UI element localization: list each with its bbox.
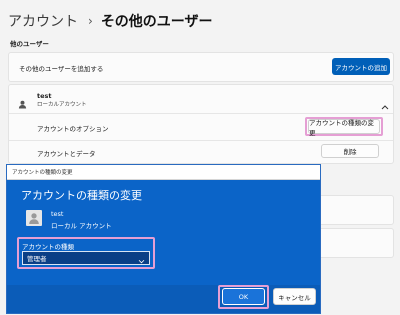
chevron-up-icon[interactable]: [381, 95, 389, 114]
user-header[interactable]: test ローカルアカウント: [9, 85, 393, 113]
remove-button[interactable]: 削除: [321, 144, 379, 158]
dialog-user-type: ローカル アカウント: [51, 222, 112, 230]
dialog-titlebar[interactable]: アカウントの種類の変更: [7, 165, 320, 180]
chevron-down-icon: [138, 249, 145, 268]
options-divider: [9, 140, 393, 141]
dialog-title: アカウントの種類の変更: [12, 170, 73, 176]
person-icon: [18, 94, 27, 113]
account-type-value: 管理者: [27, 255, 47, 263]
ok-button[interactable]: OK: [222, 288, 265, 305]
account-type-select[interactable]: 管理者: [22, 251, 150, 265]
add-user-row: その他のユーザーを追加する アカウントの追加: [8, 52, 394, 82]
dialog-footer: OK キャンセル: [7, 285, 320, 313]
dialog-user-name: test: [51, 210, 64, 218]
breadcrumb: アカウント › その他のユーザー: [8, 10, 213, 32]
page-title: その他のユーザー: [100, 14, 213, 30]
change-account-type-dialog: アカウントの種類の変更 アカウントの種類の変更 test ローカル アカウント …: [6, 164, 321, 314]
user-card: test ローカルアカウント アカウントのオプション アカウントの種類の変更 ア…: [8, 84, 394, 164]
section-title: 他のユーザー: [10, 40, 49, 48]
dialog-heading: アカウントの種類の変更: [21, 189, 142, 202]
add-user-label: その他のユーザーを追加する: [19, 65, 104, 73]
account-data-label: アカウントとデータ: [37, 150, 96, 158]
breadcrumb-parent[interactable]: アカウント: [8, 11, 78, 31]
user-divider: [9, 113, 393, 114]
account-type-label: アカウントの種類: [22, 243, 74, 251]
cancel-button[interactable]: キャンセル: [273, 288, 316, 305]
change-account-type-button[interactable]: アカウントの種類の変更: [308, 119, 380, 137]
avatar: [26, 210, 42, 226]
user-name: test: [37, 92, 52, 100]
add-account-button[interactable]: アカウントの追加: [332, 58, 390, 75]
account-options-label: アカウントのオプション: [37, 125, 109, 133]
breadcrumb-separator: ›: [88, 14, 93, 28]
user-type: ローカルアカウント: [37, 102, 87, 108]
